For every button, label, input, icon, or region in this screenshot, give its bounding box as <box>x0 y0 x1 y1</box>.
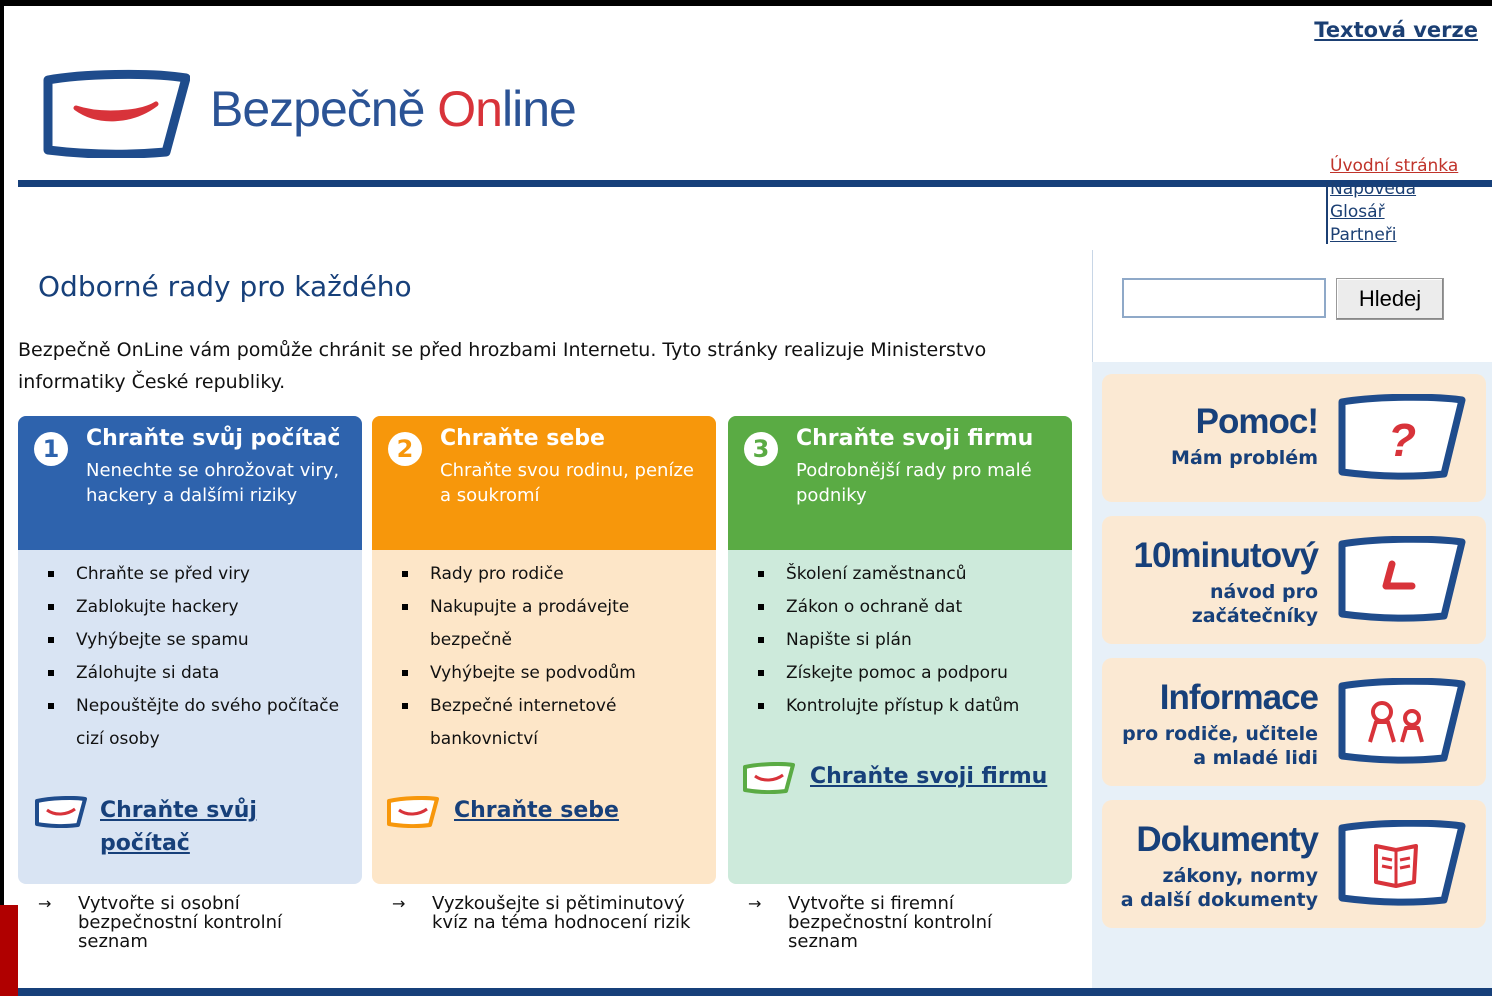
question-icon: ? <box>1338 394 1466 480</box>
cta-protect-business[interactable]: Chraňte svoji firmu <box>810 760 1070 793</box>
note-text[interactable]: Vytvořte si firemní bezpečnostní kontrol… <box>788 894 1048 951</box>
list-item[interactable]: Zákon o ochraně dat <box>758 591 1068 624</box>
cta-protect-yourself[interactable]: Chraňte sebe <box>454 794 694 827</box>
logo-small-icon <box>35 796 87 828</box>
brand-part1: Bezpečně <box>210 81 438 137</box>
promo-information-line1: pro rodiče, učitele <box>1122 723 1318 745</box>
nav-link-partners[interactable]: Partneři <box>1322 224 1458 247</box>
box-protect-yourself: 2 Chraňte sebe Chraňte svou rodinu, pení… <box>372 416 716 884</box>
promo-tutorial-title: 10minutový <box>1133 536 1319 575</box>
promo-information[interactable]: Informace pro rodiče, učitele a mladé li… <box>1102 658 1486 786</box>
top-nav-bar <box>1326 182 1328 244</box>
list-item[interactable]: Zablokujte hackery <box>48 591 358 624</box>
step-number-1: 1 <box>34 432 68 466</box>
text-version-link[interactable]: Textová verze <box>1314 18 1478 42</box>
note-text[interactable]: Vyzkoušejte si pětiminutový kvíz na téma… <box>432 894 692 932</box>
promo-documents-line2: a další dokumenty <box>1120 889 1318 911</box>
box-links: Chraňte se před viry Zablokujte hackery … <box>48 558 358 756</box>
step-number-2: 2 <box>388 432 422 466</box>
promo-help[interactable]: Pomoc! Mám problém ? <box>1102 374 1486 502</box>
promo-documents[interactable]: Dokumenty zákony, normy a další dokument… <box>1102 800 1486 928</box>
list-item[interactable]: Napište si plán <box>758 624 1068 657</box>
promo-information-line2: a mladé lidi <box>1193 747 1318 769</box>
nav-link-glossary[interactable]: Glosář <box>1322 201 1458 224</box>
frame-edge-top <box>0 0 1492 6</box>
list-item[interactable]: Bezpečné internetové bankovnictví <box>402 690 712 756</box>
list-item[interactable]: Získejte pomoc a podporu <box>758 657 1068 690</box>
list-item[interactable]: Nepouštějte do svého počítače cizí osoby <box>48 690 358 756</box>
svg-text:?: ? <box>1388 414 1416 466</box>
box-title[interactable]: Chraňte svoji firmu <box>796 426 1033 451</box>
box-header[interactable]: 1 Chraňte svůj počítač Nenechte se ohrož… <box>18 416 362 550</box>
list-item[interactable]: Školení zaměstnanců <box>758 558 1068 591</box>
cta-protect-computer[interactable]: Chraňte svůj počítač <box>100 794 300 860</box>
box-protect-computer: 1 Chraňte svůj počítač Nenechte se ohrož… <box>18 416 362 884</box>
document-icon <box>1338 820 1466 906</box>
brand-part2: line <box>501 81 577 137</box>
promo-information-title: Informace <box>1159 678 1319 717</box>
box-subtitle: Nenechte se ohrožovat viry, hackery a da… <box>86 460 340 506</box>
promo-tutorial-line2: začátečníky <box>1191 605 1318 627</box>
box-title[interactable]: Chraňte sebe <box>440 426 605 451</box>
box-title[interactable]: Chraňte svůj počítač <box>86 426 340 451</box>
nav-link-home[interactable]: Úvodní stránka <box>1322 155 1458 178</box>
list-item[interactable]: Zálohujte si data <box>48 657 358 690</box>
promo-tutorial-line1: návod pro <box>1209 581 1318 603</box>
box-links: Rady pro rodiče Nakupujte a prodávejte b… <box>402 558 712 756</box>
clock-icon <box>1338 536 1466 622</box>
brand-name[interactable]: Bezpečně Online <box>210 80 577 138</box>
box-protect-business: 3 Chraňte svoji firmu Podrobnější rady p… <box>728 416 1072 884</box>
page: Textová verze Bezpečně Online Úvodní str… <box>0 0 1492 996</box>
logo-small-icon <box>743 762 795 794</box>
brand-on: On <box>437 81 503 137</box>
list-item[interactable]: Nakupujte a prodávejte bezpečně <box>402 591 712 657</box>
list-item[interactable]: Vyhýbejte se spamu <box>48 624 358 657</box>
note-text[interactable]: Vytvořte si osobní bezpečnostní kontroln… <box>78 894 338 951</box>
promo-help-title: Pomoc! <box>1195 402 1319 441</box>
list-item[interactable]: Chraňte se před viry <box>48 558 358 591</box>
people-icon <box>1338 678 1466 764</box>
box-subtitle: Chraňte svou rodinu, peníze a soukromí <box>440 460 694 506</box>
search-button[interactable]: Hledej <box>1336 278 1444 320</box>
page-title: Odborné rady pro každého <box>38 270 412 303</box>
arrow-icon: → <box>748 894 762 913</box>
promo-documents-title: Dokumenty <box>1136 820 1319 859</box>
frame-edge-left <box>0 0 4 996</box>
box-header[interactable]: 2 Chraňte sebe Chraňte svou rodinu, pení… <box>372 416 716 550</box>
arrow-icon: → <box>392 894 406 913</box>
logo-icon[interactable] <box>40 68 190 158</box>
list-item[interactable]: Rady pro rodiče <box>402 558 712 591</box>
arrow-icon: → <box>38 894 52 913</box>
list-item[interactable]: Vyhýbejte se podvodům <box>402 657 712 690</box>
list-item[interactable]: Kontrolujte přístup k datům <box>758 690 1068 723</box>
frame-edge-red <box>0 905 18 996</box>
footer-divider <box>18 988 1492 996</box>
header-divider <box>18 180 1492 187</box>
nav-link-help[interactable]: Nápověda <box>1322 178 1458 201</box>
step-number-3: 3 <box>744 432 778 466</box>
box-links: Školení zaměstnanců Zákon o ochraně dat … <box>758 558 1068 723</box>
logo-small-icon <box>387 796 439 828</box>
intro-text: Bezpečně OnLine vám pomůže chránit se př… <box>18 339 987 393</box>
box-subtitle: Podrobnější rady pro malé podniky <box>796 460 1032 506</box>
search-input[interactable] <box>1122 278 1326 318</box>
top-nav: Úvodní stránka Nápověda Glosář Partneři <box>1322 155 1458 247</box>
promo-documents-line1: zákony, normy <box>1162 865 1318 887</box>
box-header[interactable]: 3 Chraňte svoji firmu Podrobnější rady p… <box>728 416 1072 550</box>
promo-tutorial[interactable]: 10minutový návod pro začátečníky <box>1102 516 1486 644</box>
promo-help-line1: Mám problém <box>1171 447 1318 469</box>
